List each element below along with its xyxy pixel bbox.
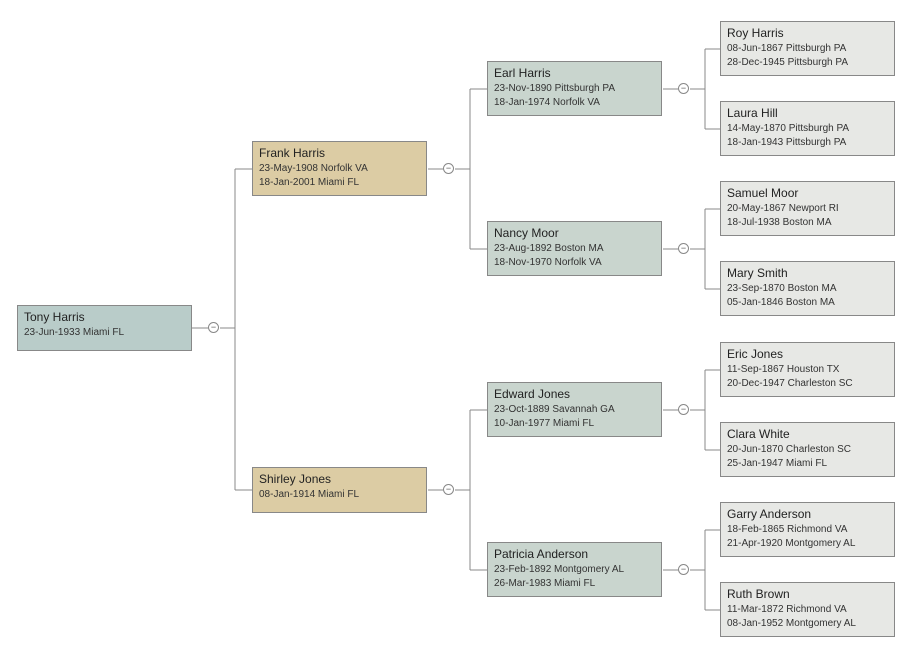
person-birth: 11-Mar-1872 Richmond VA	[727, 603, 888, 617]
person-name: Samuel Moor	[727, 186, 888, 200]
person-death: 08-Jan-1952 Montgomery AL	[727, 617, 888, 631]
person-death: 28-Dec-1945 Pittsburgh PA	[727, 56, 888, 70]
person-birth: 20-Jun-1870 Charleston SC	[727, 443, 888, 457]
person-birth: 23-Oct-1889 Savannah GA	[494, 403, 655, 417]
person-birth: 18-Feb-1865 Richmond VA	[727, 523, 888, 537]
person-name: Eric Jones	[727, 347, 888, 361]
person-ruth-brown[interactable]: Ruth Brown 11-Mar-1872 Richmond VA 08-Ja…	[720, 582, 895, 637]
person-roy-harris[interactable]: Roy Harris 08-Jun-1867 Pittsburgh PA 28-…	[720, 21, 895, 76]
person-laura-hill[interactable]: Laura Hill 14-May-1870 Pittsburgh PA 18-…	[720, 101, 895, 156]
person-name: Roy Harris	[727, 26, 888, 40]
person-birth: 14-May-1870 Pittsburgh PA	[727, 122, 888, 136]
collapse-nancy[interactable]	[678, 243, 689, 254]
person-birth: 23-Sep-1870 Boston MA	[727, 282, 888, 296]
person-death: 05-Jan-1846 Boston MA	[727, 296, 888, 310]
person-name: Ruth Brown	[727, 587, 888, 601]
person-birth: 08-Jan-1914 Miami FL	[259, 488, 420, 502]
person-birth: 11-Sep-1867 Houston TX	[727, 363, 888, 377]
person-name: Nancy Moor	[494, 226, 655, 240]
person-death: 20-Dec-1947 Charleston SC	[727, 377, 888, 391]
person-death: 18-Jan-1974 Norfolk VA	[494, 96, 655, 110]
collapse-frank[interactable]	[443, 163, 454, 174]
person-death: 21-Apr-1920 Montgomery AL	[727, 537, 888, 551]
collapse-earl[interactable]	[678, 83, 689, 94]
person-nancy-moor[interactable]: Nancy Moor 23-Aug-1892 Boston MA 18-Nov-…	[487, 221, 662, 276]
person-frank-harris[interactable]: Frank Harris 23-May-1908 Norfolk VA 18-J…	[252, 141, 427, 196]
person-eric-jones[interactable]: Eric Jones 11-Sep-1867 Houston TX 20-Dec…	[720, 342, 895, 397]
person-name: Mary Smith	[727, 266, 888, 280]
person-name: Tony Harris	[24, 310, 185, 324]
person-edward-jones[interactable]: Edward Jones 23-Oct-1889 Savannah GA 10-…	[487, 382, 662, 437]
collapse-patricia[interactable]	[678, 564, 689, 575]
person-mary-smith[interactable]: Mary Smith 23-Sep-1870 Boston MA 05-Jan-…	[720, 261, 895, 316]
person-name: Laura Hill	[727, 106, 888, 120]
person-death: 10-Jan-1977 Miami FL	[494, 417, 655, 431]
person-birth: 23-Jun-1933 Miami FL	[24, 326, 185, 340]
person-name: Shirley Jones	[259, 472, 420, 486]
person-name: Frank Harris	[259, 146, 420, 160]
collapse-shirley[interactable]	[443, 484, 454, 495]
person-name: Patricia Anderson	[494, 547, 655, 561]
person-birth: 23-Nov-1890 Pittsburgh PA	[494, 82, 655, 96]
person-death: 25-Jan-1947 Miami FL	[727, 457, 888, 471]
collapse-edward[interactable]	[678, 404, 689, 415]
person-birth: 23-May-1908 Norfolk VA	[259, 162, 420, 176]
person-name: Garry Anderson	[727, 507, 888, 521]
person-samuel-moor[interactable]: Samuel Moor 20-May-1867 Newport RI 18-Ju…	[720, 181, 895, 236]
collapse-root[interactable]	[208, 322, 219, 333]
person-death: 18-Jan-1943 Pittsburgh PA	[727, 136, 888, 150]
person-birth: 23-Feb-1892 Montgomery AL	[494, 563, 655, 577]
person-shirley-jones[interactable]: Shirley Jones 08-Jan-1914 Miami FL	[252, 467, 427, 513]
person-earl-harris[interactable]: Earl Harris 23-Nov-1890 Pittsburgh PA 18…	[487, 61, 662, 116]
person-death: 26-Mar-1983 Miami FL	[494, 577, 655, 591]
person-death: 18-Jan-2001 Miami FL	[259, 176, 420, 190]
person-name: Clara White	[727, 427, 888, 441]
person-death: 18-Nov-1970 Norfolk VA	[494, 256, 655, 270]
person-garry-anderson[interactable]: Garry Anderson 18-Feb-1865 Richmond VA 2…	[720, 502, 895, 557]
person-birth: 23-Aug-1892 Boston MA	[494, 242, 655, 256]
person-name: Earl Harris	[494, 66, 655, 80]
person-birth: 20-May-1867 Newport RI	[727, 202, 888, 216]
person-tony-harris[interactable]: Tony Harris 23-Jun-1933 Miami FL	[17, 305, 192, 351]
person-name: Edward Jones	[494, 387, 655, 401]
person-patricia-anderson[interactable]: Patricia Anderson 23-Feb-1892 Montgomery…	[487, 542, 662, 597]
person-birth: 08-Jun-1867 Pittsburgh PA	[727, 42, 888, 56]
person-death: 18-Jul-1938 Boston MA	[727, 216, 888, 230]
person-clara-white[interactable]: Clara White 20-Jun-1870 Charleston SC 25…	[720, 422, 895, 477]
